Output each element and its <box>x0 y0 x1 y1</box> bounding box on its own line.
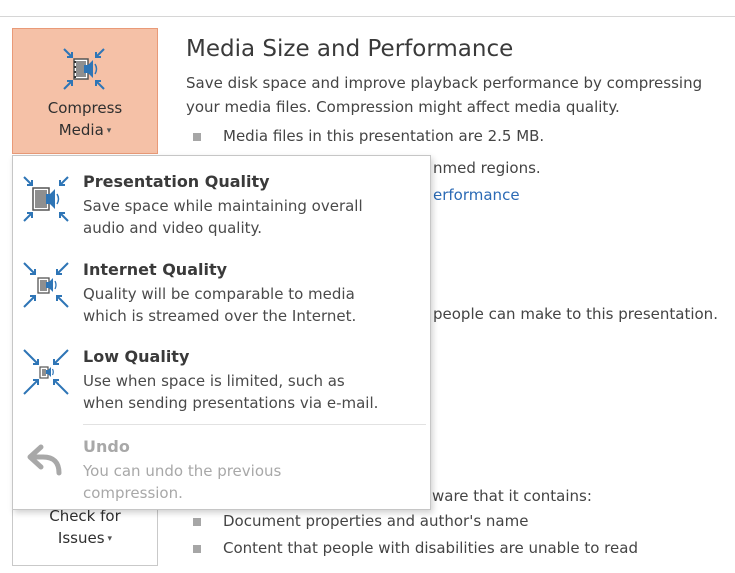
optimize-compatibility-link[interactable]: erformance <box>433 186 520 204</box>
menu-item-low-quality[interactable]: Low Quality Use when space is limited, s… <box>13 347 430 417</box>
menu-item-description: Save space while maintaining overall <box>83 197 363 215</box>
bullet-document-properties: Document properties and author's name <box>223 512 529 530</box>
compress-media-label-line2: Media ▾ <box>58 121 112 139</box>
menu-item-title: Undo <box>83 437 130 456</box>
bullet-icon <box>193 518 201 526</box>
compress-media-label-line1: Compress <box>47 99 123 117</box>
section-description-line1: Save disk space and improve playback per… <box>186 74 703 92</box>
chevron-down-icon: ▾ <box>106 126 112 136</box>
presentation-quality-icon <box>23 176 69 222</box>
bullet-icon <box>193 545 201 553</box>
menu-item-internet-quality[interactable]: Internet Quality Quality will be compara… <box>13 260 430 330</box>
menu-item-description: when sending presentations via e-mail. <box>83 394 379 412</box>
menu-item-description: You can undo the previous <box>83 462 282 480</box>
inspect-text-fragment: ware that it contains: <box>432 487 592 505</box>
top-divider <box>0 16 735 17</box>
compress-media-menu: Presentation Quality Save space while ma… <box>12 155 431 510</box>
menu-item-description: Use when space is limited, such as <box>83 372 345 390</box>
bullet-media-size: Media files in this presentation are 2.5… <box>223 127 545 145</box>
menu-item-description: which is streamed over the Internet. <box>83 307 357 325</box>
menu-separator <box>83 424 426 425</box>
menu-item-description: compression. <box>83 484 183 502</box>
permissions-text-fragment: people can make to this presentation. <box>433 305 718 323</box>
check-issues-label-line2: Issues ▾ <box>57 529 113 547</box>
menu-item-title: Low Quality <box>83 347 190 366</box>
chevron-down-icon: ▾ <box>107 534 113 544</box>
undo-icon <box>27 444 62 476</box>
menu-item-description: Quality will be comparable to media <box>83 285 355 303</box>
menu-item-title: Internet Quality <box>83 260 228 279</box>
section-description-line2: your media files. Compression might affe… <box>186 98 620 116</box>
menu-item-title: Presentation Quality <box>83 172 270 191</box>
compress-media-button[interactable]: Compress Media ▾ <box>12 28 158 154</box>
compress-media-icon <box>63 48 105 90</box>
bullet-icon <box>193 133 201 141</box>
menu-item-undo[interactable]: Undo You can undo the previous compressi… <box>13 437 430 507</box>
section-title: Media Size and Performance <box>186 36 514 62</box>
internet-quality-icon <box>23 262 69 308</box>
menu-item-description: audio and video quality. <box>83 219 263 237</box>
low-quality-icon <box>23 349 69 395</box>
menu-item-presentation-quality[interactable]: Presentation Quality Save space while ma… <box>13 172 430 242</box>
bullet-accessibility: Content that people with disabilities ar… <box>223 539 638 557</box>
bullet-trimmed-regions: nmed regions. <box>433 159 541 177</box>
